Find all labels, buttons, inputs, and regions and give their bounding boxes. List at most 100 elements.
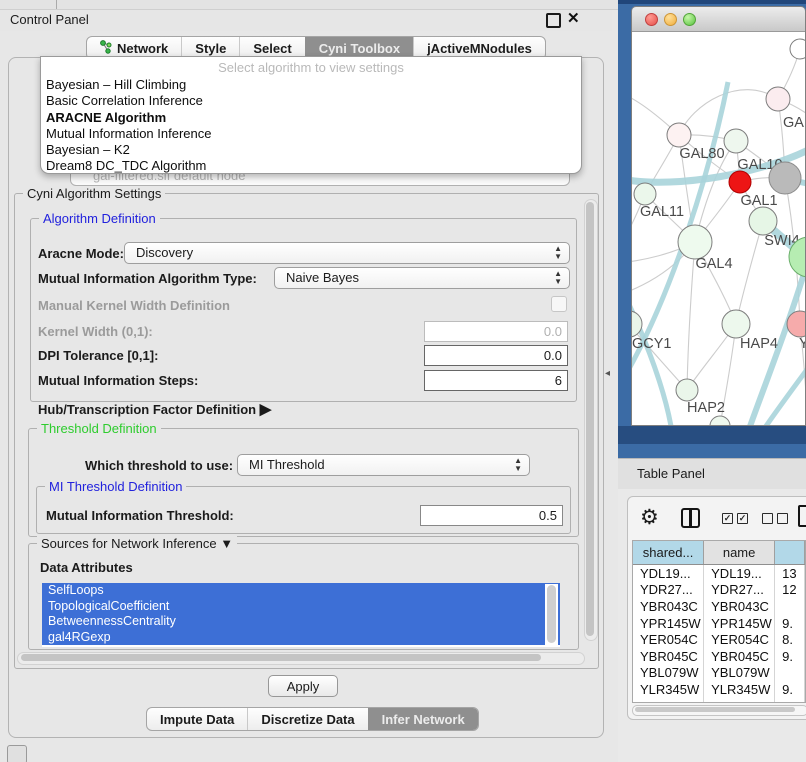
zoom-button[interactable] [683,13,696,26]
table-cell: 13 [775,565,805,582]
panel-divider-handle[interactable]: ◂ [605,368,610,379]
close-button[interactable] [645,13,658,26]
checked-columns-icon[interactable]: ✓✓ [722,513,748,524]
attributes-list-scrollbar[interactable] [545,584,558,646]
network-node-gal80[interactable] [667,123,691,147]
network-edge[interactable] [679,90,778,135]
hub-definition-expander[interactable]: Hub/Transcription Factor Definition ▶ [38,400,271,418]
node-label-pink-right: Y [799,336,805,352]
network-window[interactable]: GALGAL80GAL10GAL1GAL11SWI4GAL4GCY1HAP4YH… [631,6,806,426]
network-node-gal-pink[interactable] [766,87,790,111]
table-panel-title: Table Panel [637,466,705,481]
mi-threshold-input[interactable]: 0.5 [420,505,563,526]
manual-kernel-checkbox[interactable] [551,296,567,312]
network-node-hap2[interactable] [676,379,698,401]
network-edge[interactable] [736,221,763,324]
table-cell: YDL19... [633,565,704,582]
kernel-width-label: Kernel Width (0,1): [38,324,153,339]
which-threshold-value: MI Threshold [249,457,325,472]
bottom-tab-infer-network[interactable]: Infer Network [368,708,478,730]
algorithm-option[interactable]: ARACNE Algorithm [41,110,581,126]
table-cell: YBL079W [633,665,704,682]
table-cell: 9. [775,681,805,698]
settings-gear-icon[interactable]: ⚙ [640,505,659,529]
bottom-tab-impute-data[interactable]: Impute Data [147,708,247,730]
attribute-item-selected[interactable]: SelfLoops [42,583,560,599]
network-node-gal4[interactable] [678,225,712,259]
network-node-gray-node[interactable] [769,162,801,194]
mi-steps-label: Mutual Information Steps: [38,373,198,388]
network-node-gal1[interactable] [729,171,751,193]
tab-label: Select [253,41,291,56]
network-edge[interactable] [687,242,695,390]
network-node-partial-bottom[interactable] [710,416,730,426]
algorithm-option[interactable]: Bayesian – Hill Climbing [41,77,581,93]
mi-type-select[interactable]: Naive Bayes ▲▼ [274,267,570,289]
table-row[interactable]: YLR345WYLR345W9. [633,681,805,698]
tab-label: Infer Network [382,712,465,727]
table-row[interactable]: YDR27...YDR27...12 [633,582,805,599]
column-header[interactable] [775,541,805,565]
float-window-icon[interactable] [546,13,561,28]
close-panel-icon[interactable]: ✕ [567,9,580,27]
data-attributes-label: Data Attributes [40,560,133,575]
table-cell: YJL052C [704,698,775,703]
network-node-partial-top[interactable] [790,39,805,59]
split-columns-icon[interactable] [681,508,700,528]
aracne-mode-select[interactable]: Discovery ▲▼ [124,242,570,264]
network-node-hap4[interactable] [722,310,750,338]
settings-horizontal-scrollbar[interactable] [17,652,585,665]
attribute-item-selected[interactable]: TopologicalCoefficient [42,599,560,615]
column-header[interactable]: name [704,541,775,565]
table-header-row: shared...name [633,541,805,565]
stepper-arrows-icon: ▲▼ [554,270,562,286]
table-row[interactable]: YJL052CYJL052C9. [633,698,805,703]
dpi-tolerance-input[interactable]: 0.0 [424,345,568,366]
new-table-icon[interactable] [798,505,806,527]
table-row[interactable]: YBR045CYBR045C9. [633,648,805,665]
algorithm-option[interactable]: Mutual Information Inference [41,126,581,142]
unchecked-columns-icon[interactable] [762,513,788,524]
algorithm-option[interactable]: Basic Correlation Inference [41,93,581,109]
table-row[interactable]: YBL079WYBL079W [633,665,805,682]
table-cell [775,665,805,682]
node-label-gal1: GAL1 [740,193,777,209]
node-label-gal11: GAL11 [640,204,684,220]
bottom-tab-discretize-data[interactable]: Discretize Data [247,708,367,730]
node-label-gcy1: GCY1 [632,336,672,352]
sources-group-title[interactable]: Sources for Network Inference ▼ [37,536,237,551]
attribute-item-selected[interactable]: gal4RGexp [42,630,560,646]
node-attribute-table[interactable]: shared...nameYDL19...YDL19...13YDR27...Y… [632,540,806,703]
table-row[interactable]: YPR145WYPR145W9. [633,615,805,632]
mi-steps-input[interactable]: 6 [424,370,568,391]
algorithm-option[interactable]: Bayesian – K2 [41,142,581,158]
apply-button[interactable]: Apply [268,675,338,697]
table-cell: YDR27... [633,582,704,599]
column-header[interactable]: shared... [633,541,704,565]
table-row[interactable]: YBR043CYBR043C [633,598,805,615]
collapse-down-icon: ▼ [220,536,233,551]
control-panel-titlebar [0,10,612,31]
network-node-swi4[interactable] [749,207,777,235]
network-node-gal11[interactable] [634,183,656,205]
table-horizontal-scrollbar[interactable] [632,705,806,716]
table-cell: YBR045C [704,648,775,665]
minimize-button[interactable] [664,13,677,26]
table-cell: YBR045C [633,648,704,665]
algorithm-definition-title: Algorithm Definition [39,211,160,226]
attribute-item-selected[interactable]: BetweennessCentrality [42,614,560,630]
settings-vertical-scrollbar[interactable] [584,199,598,641]
network-canvas[interactable]: GALGAL80GAL10GAL1GAL11SWI4GAL4GCY1HAP4YH… [632,32,805,426]
outer-toolbar-strip [0,0,620,10]
tab-label: Network [117,41,168,56]
kernel-width-input[interactable]: 0.0 [424,321,568,342]
algorithm-option[interactable]: Dream8 DC_TDC Algorithm [41,158,581,174]
stepper-arrows-icon: ▲▼ [554,245,562,261]
tab-label: Cyni Toolbox [319,41,400,56]
docked-panel-icon[interactable] [7,745,27,762]
which-threshold-select[interactable]: MI Threshold ▲▼ [237,454,530,476]
network-node-gal10[interactable] [724,129,748,153]
data-attributes-list[interactable]: SelfLoopsTopologicalCoefficientBetweenne… [42,583,560,647]
table-row[interactable]: YDL19...YDL19...13 [633,565,805,582]
table-row[interactable]: YER054CYER054C8. [633,631,805,648]
